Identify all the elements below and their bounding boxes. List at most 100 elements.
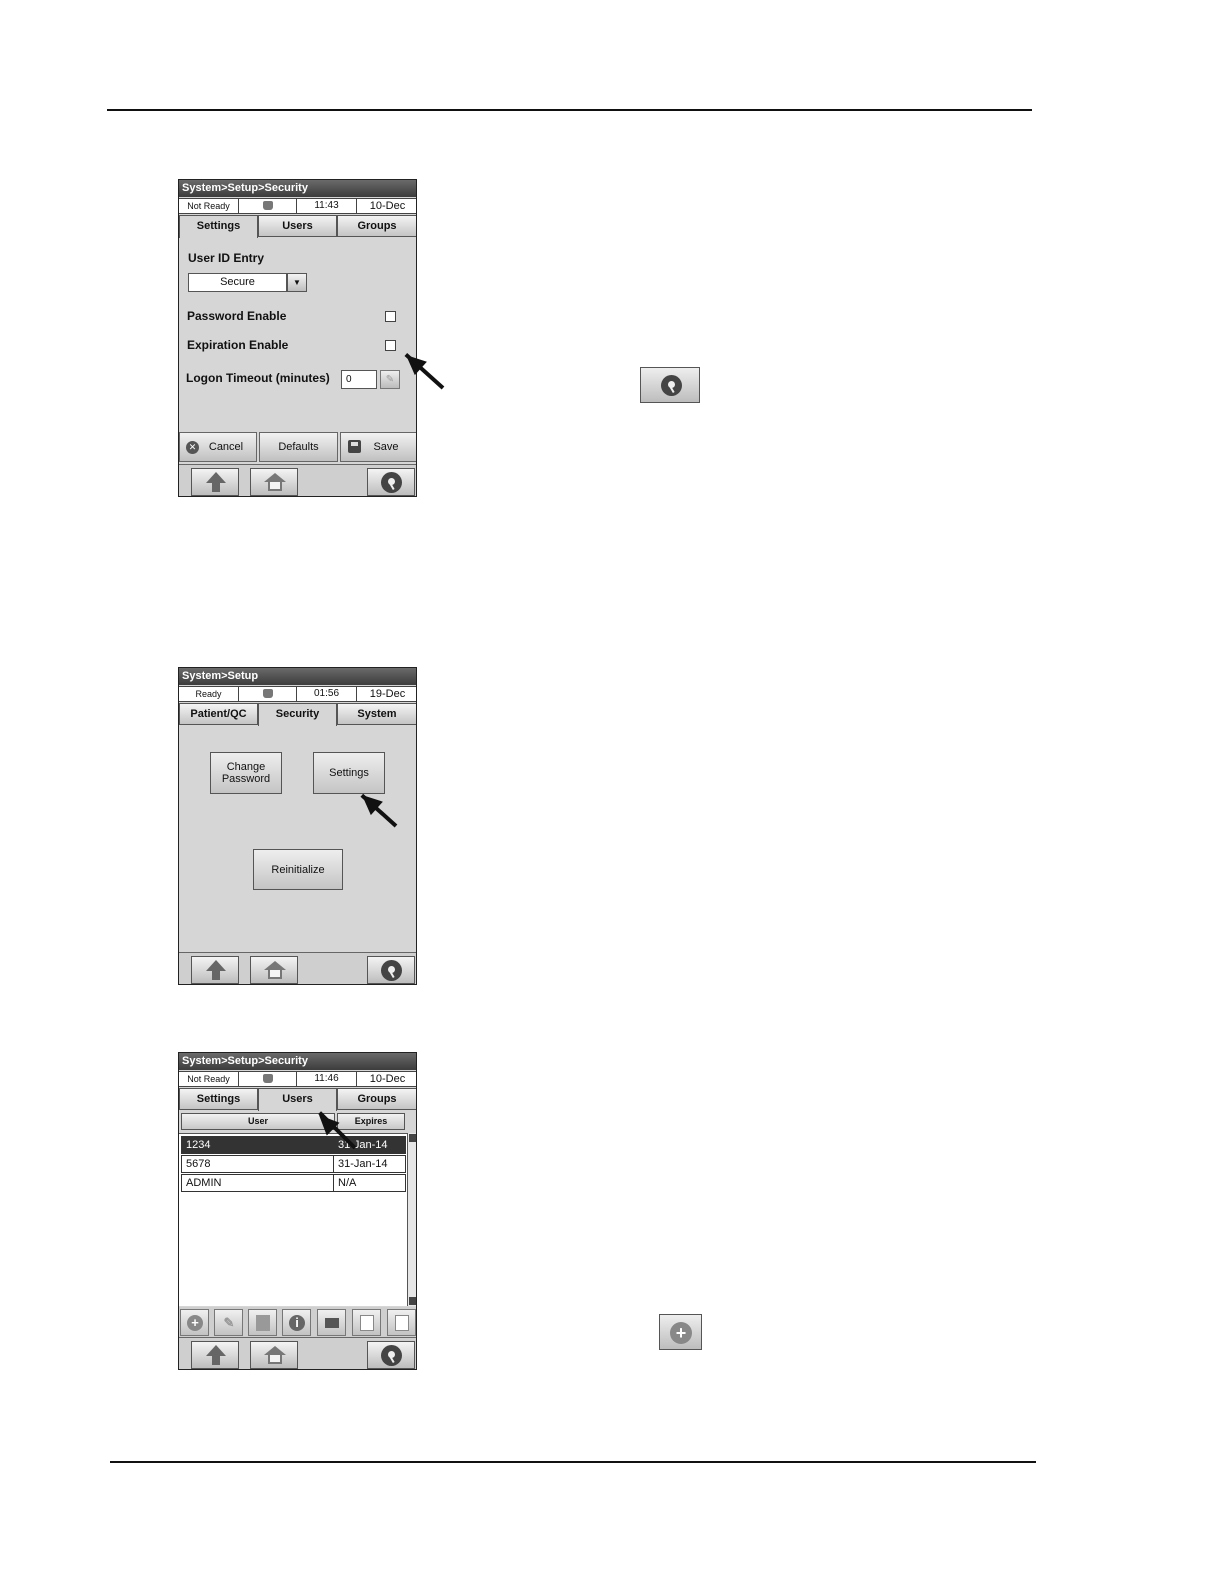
- cancel-button[interactable]: ✕ Cancel: [179, 432, 257, 462]
- tab-system[interactable]: System: [337, 703, 416, 725]
- scroll-down-icon[interactable]: [409, 1297, 416, 1305]
- scrollbar[interactable]: [407, 1133, 416, 1306]
- nav-bar: [179, 1337, 416, 1369]
- password-enable-checkbox[interactable]: [385, 311, 396, 322]
- tab-users[interactable]: Users: [258, 215, 337, 237]
- key-button[interactable]: [367, 468, 415, 496]
- system-setup-screen: System>Setup Ready 01:56 19-Dec Patient/…: [178, 667, 417, 985]
- up-arrow-icon: [206, 1345, 226, 1365]
- defaults-label: Defaults: [278, 441, 319, 453]
- user-cell: 1234: [182, 1137, 334, 1153]
- home-button[interactable]: [250, 1341, 298, 1369]
- database-icon: [262, 201, 273, 210]
- tab-settings[interactable]: Settings: [179, 1088, 258, 1110]
- tab-bar: Settings Users Groups: [179, 1088, 416, 1111]
- home-icon: [264, 1346, 286, 1364]
- table-row[interactable]: ADMIN N/A: [181, 1174, 406, 1192]
- scroll-up-icon[interactable]: [409, 1134, 416, 1142]
- breadcrumb: System>Setup>Security: [179, 1053, 416, 1070]
- home-button[interactable]: [250, 956, 298, 984]
- up-arrow-icon: [206, 960, 226, 980]
- nav-bar: [179, 952, 416, 984]
- import-icon: [360, 1315, 374, 1331]
- up-button[interactable]: [191, 468, 239, 496]
- save-button[interactable]: Save: [340, 432, 416, 462]
- import-button[interactable]: [352, 1309, 381, 1336]
- key-icon: [661, 375, 682, 396]
- reinitialize-button[interactable]: Reinitialize: [253, 849, 343, 890]
- key-button[interactable]: [367, 956, 415, 984]
- status-text: Ready: [179, 687, 239, 701]
- key-button[interactable]: [367, 1341, 415, 1369]
- chevron-down-icon: ▼: [293, 278, 301, 287]
- tab-groups[interactable]: Groups: [337, 215, 416, 237]
- edit-button[interactable]: ✎: [214, 1309, 243, 1336]
- logon-timeout-label: Logon Timeout (minutes): [186, 371, 330, 385]
- tab-bar: Settings Users Groups: [179, 215, 416, 238]
- add-icon: +: [187, 1315, 203, 1331]
- database-icon: [262, 1074, 273, 1083]
- edit-button[interactable]: ✎: [380, 370, 400, 389]
- up-button[interactable]: [191, 956, 239, 984]
- breadcrumb: System>Setup>Security: [179, 180, 416, 197]
- user-id-entry-label: User ID Entry: [188, 251, 265, 265]
- defaults-button[interactable]: Defaults: [259, 432, 338, 462]
- tab-settings[interactable]: Settings: [179, 215, 258, 238]
- up-button[interactable]: [191, 1341, 239, 1369]
- expires-cell: N/A: [338, 1177, 357, 1189]
- export-icon: [395, 1315, 409, 1331]
- settings-button[interactable]: Settings: [313, 752, 385, 794]
- tab-security[interactable]: Security: [258, 703, 337, 726]
- time-text: 11:43: [297, 199, 357, 213]
- key-icon: [381, 472, 402, 493]
- tab-groups[interactable]: Groups: [337, 1088, 416, 1110]
- page-top-rule: [107, 109, 1032, 111]
- delete-button[interactable]: [248, 1309, 277, 1336]
- date-text: 19-Dec: [369, 688, 406, 700]
- info-icon: i: [289, 1315, 305, 1331]
- change-password-label: Change Password: [221, 761, 271, 785]
- expires-cell: 31-Jan-14: [338, 1158, 388, 1170]
- user-cell: 5678: [182, 1156, 334, 1172]
- reinitialize-label: Reinitialize: [271, 863, 325, 876]
- change-password-button[interactable]: Change Password: [210, 752, 282, 794]
- dropdown-button[interactable]: ▼: [287, 273, 307, 292]
- time-text: 11:46: [297, 1072, 357, 1086]
- table-row[interactable]: 1234 31-Jan-14: [181, 1136, 406, 1154]
- tab-patient-qc[interactable]: Patient/QC: [179, 703, 258, 725]
- edit-icon: ✎: [223, 1315, 235, 1330]
- status-bar: Not Ready 11:46 10-Dec: [179, 1071, 416, 1087]
- home-icon: [264, 473, 286, 491]
- print-icon: [325, 1318, 339, 1328]
- add-button[interactable]: +: [180, 1309, 209, 1336]
- print-button[interactable]: [317, 1309, 346, 1336]
- expiration-enable-checkbox[interactable]: [385, 340, 396, 351]
- user-cell: ADMIN: [182, 1175, 334, 1191]
- info-button[interactable]: i: [282, 1309, 311, 1336]
- date-text: 10-Dec: [369, 200, 406, 212]
- status-text: Not Ready: [179, 1072, 239, 1086]
- date-text: 10-Dec: [369, 1073, 406, 1085]
- pencil-icon: ✎: [385, 374, 395, 385]
- security-users-screen: System>Setup>Security Not Ready 11:46 10…: [178, 1052, 417, 1370]
- status-bar: Not Ready 11:43 10-Dec: [179, 198, 416, 214]
- cancel-icon: ✕: [186, 441, 199, 454]
- user-list: 1234 31-Jan-14 5678 31-Jan-14 ADMIN N/A: [179, 1133, 407, 1306]
- up-arrow-icon: [206, 472, 226, 492]
- user-id-entry-select[interactable]: Secure: [188, 273, 287, 292]
- database-icon-cell: [239, 199, 297, 213]
- save-icon: [348, 440, 361, 453]
- key-icon: [381, 1345, 402, 1366]
- nav-bar: [179, 464, 416, 496]
- key-callout-tile: [640, 367, 700, 403]
- settings-label: Settings: [329, 767, 369, 779]
- save-label: Save: [373, 441, 399, 453]
- key-icon: [381, 960, 402, 981]
- column-header-expires[interactable]: Expires: [337, 1113, 405, 1130]
- export-button[interactable]: [387, 1309, 416, 1336]
- time-text: 01:56: [297, 687, 357, 701]
- add-callout-tile: +: [659, 1314, 702, 1350]
- home-button[interactable]: [250, 468, 298, 496]
- logon-timeout-input[interactable]: 0: [341, 370, 377, 389]
- table-row[interactable]: 5678 31-Jan-14: [181, 1155, 406, 1173]
